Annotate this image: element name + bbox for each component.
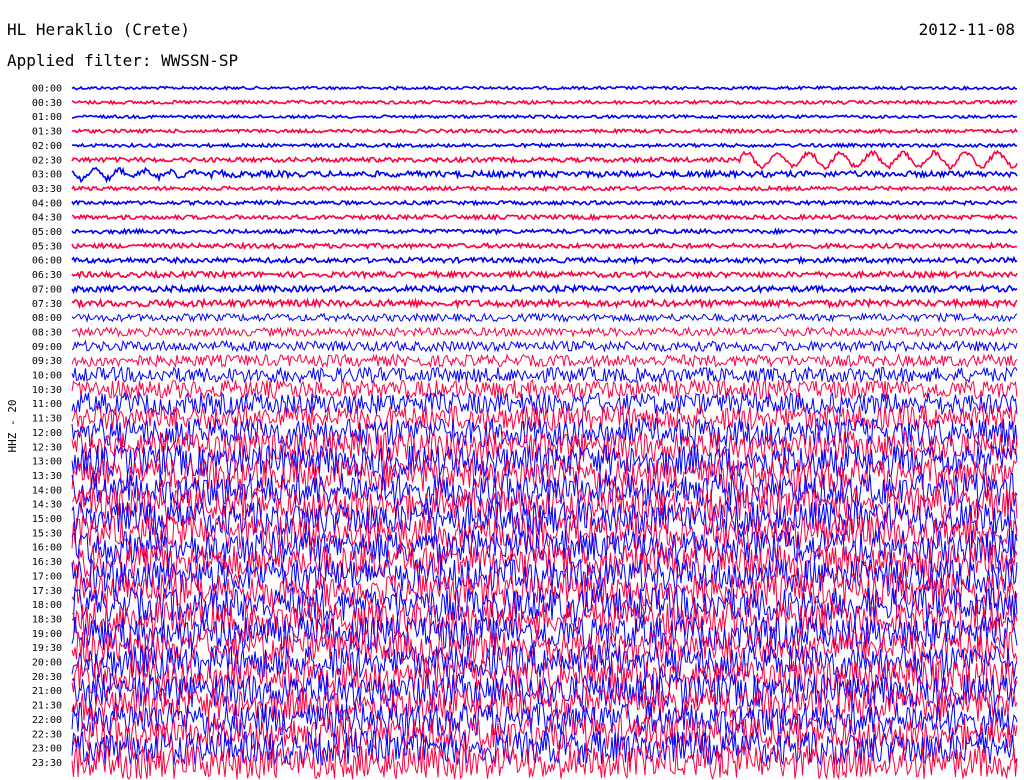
row-time-label: 19:30 — [32, 643, 62, 654]
trace-row-0930 — [71, 353, 1018, 369]
trace-row-0730 — [71, 297, 1018, 310]
row-time-label: 13:00 — [32, 457, 62, 468]
row-time-label: 15:00 — [32, 514, 62, 525]
row-time-label: 11:00 — [32, 399, 62, 410]
row-time-label: 11:30 — [32, 414, 62, 425]
trace-row-0230 — [71, 149, 1018, 171]
row-time-label: 23:30 — [32, 758, 62, 769]
row-time-label: 08:30 — [32, 327, 62, 338]
row-time-label: 15:30 — [32, 528, 62, 539]
row-time-label: 17:00 — [32, 571, 62, 582]
row-time-label: 21:30 — [32, 701, 62, 712]
row-time-label: 04:00 — [32, 198, 62, 209]
row-time-label: 06:00 — [32, 256, 62, 267]
date-label: 2012-11-08 — [918, 20, 1015, 39]
trace-row-0530 — [71, 241, 1018, 251]
row-time-label: 23:00 — [32, 744, 62, 755]
row-time-label: 02:30 — [32, 155, 62, 166]
trace-row-0830 — [71, 326, 1018, 338]
row-time-label: 08:00 — [32, 313, 62, 324]
trace-row-1600 — [71, 529, 1018, 565]
row-time-label: 18:00 — [32, 600, 62, 611]
row-time-label: 17:30 — [32, 586, 62, 597]
trace-row-0430 — [71, 213, 1018, 222]
row-time-label: 03:00 — [32, 170, 62, 181]
row-time-label: 10:00 — [32, 371, 62, 382]
trace-row-1000 — [71, 365, 1018, 385]
row-time-label: 06:30 — [32, 270, 62, 281]
row-time-label: 12:30 — [32, 442, 62, 453]
trace-row-0000 — [71, 84, 1018, 92]
time-axis-labels: 00:00 00:30 01:00 01:30 02:00 02:30 03:00 03:30… — [32, 84, 62, 769]
row-time-label: 22:30 — [32, 729, 62, 740]
row-time-label: 03:30 — [32, 184, 62, 195]
trace-row-0800 — [71, 311, 1018, 324]
trace-row-2000 — [71, 644, 1018, 681]
row-time-label: 13:30 — [32, 471, 62, 482]
row-time-label: 09:30 — [32, 356, 62, 367]
row-time-label: 04:30 — [32, 213, 62, 224]
trace-row-0500 — [71, 227, 1018, 236]
row-time-label: 20:00 — [32, 658, 62, 669]
trace-row-0300 — [71, 166, 1018, 184]
row-time-label: 01:00 — [32, 112, 62, 123]
trace-row-0900 — [71, 339, 1018, 353]
trace-row-0200 — [71, 142, 1018, 149]
row-time-label: 19:00 — [32, 629, 62, 640]
row-time-label: 05:30 — [32, 241, 62, 252]
seismic-traces — [71, 84, 1018, 780]
trace-row-0400 — [71, 198, 1018, 207]
row-time-label: 00:30 — [32, 98, 62, 109]
trace-row-0600 — [71, 255, 1018, 266]
row-time-label: 20:30 — [32, 672, 62, 683]
row-time-label: 14:00 — [32, 485, 62, 496]
row-time-label: 05:00 — [32, 227, 62, 238]
row-time-label: 14:30 — [32, 500, 62, 511]
y-axis-label: HHZ - 20 — [6, 400, 19, 453]
row-time-label: 07:30 — [32, 299, 62, 310]
trace-row-1100 — [71, 390, 1018, 416]
trace-row-0700 — [71, 283, 1018, 295]
row-time-label: 01:30 — [32, 127, 62, 138]
station-title: HL Heraklio (Crete) — [7, 20, 191, 39]
row-time-label: 16:30 — [32, 557, 62, 568]
trace-row-0330 — [71, 184, 1018, 193]
trace-row-0130 — [71, 127, 1018, 135]
row-time-label: 10:30 — [32, 385, 62, 396]
trace-row-0630 — [71, 269, 1018, 280]
helicorder-plot: 00:00 00:30 01:00 01:30 02:00 02:30 03:00 03:30… — [6, 84, 1018, 780]
row-time-label: 18:30 — [32, 614, 62, 625]
row-time-label: 00:00 — [32, 84, 62, 95]
row-time-label: 12:00 — [32, 428, 62, 439]
row-time-label: 07:00 — [32, 284, 62, 295]
row-time-label: 09:00 — [32, 342, 62, 353]
row-time-label: 22:00 — [32, 715, 62, 726]
filter-label: Applied filter: WWSSN-SP — [7, 51, 239, 70]
trace-row-0030 — [71, 99, 1018, 106]
trace-row-0100 — [71, 113, 1018, 120]
row-time-label: 21:00 — [32, 686, 62, 697]
row-time-label: 02:00 — [32, 141, 62, 152]
row-time-label: 16:00 — [32, 543, 62, 554]
